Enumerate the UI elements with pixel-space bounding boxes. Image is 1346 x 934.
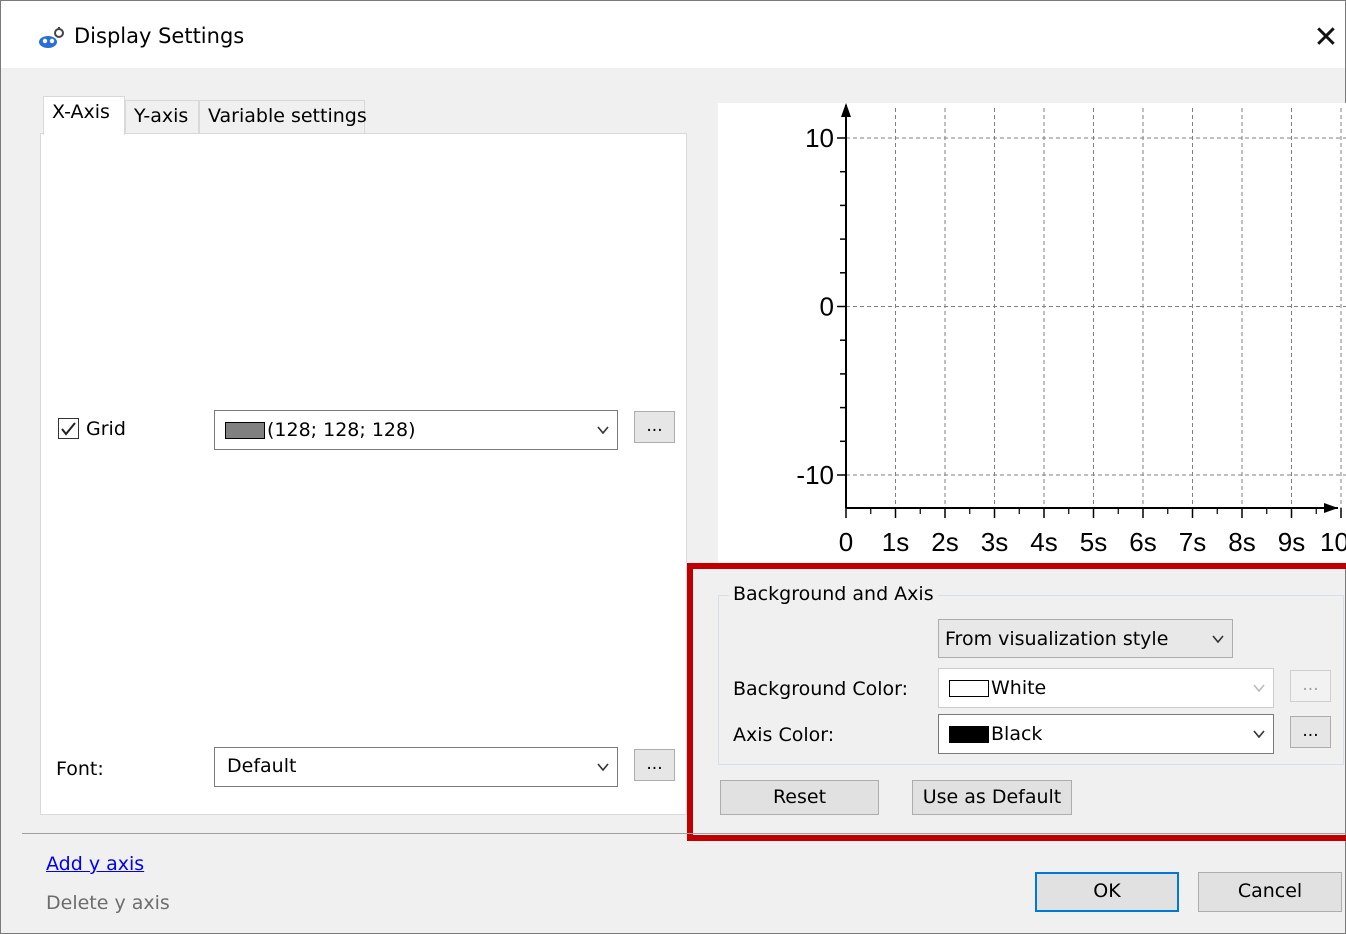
window-title: Display Settings [74, 24, 245, 48]
display-settings-icon [39, 27, 64, 48]
font-dropdown[interactable]: Default [214, 747, 618, 787]
grid-color-more-button[interactable]: ... [634, 411, 675, 443]
tab-x-axis[interactable]: X-Axis [43, 96, 125, 135]
chevron-down-icon [597, 426, 609, 435]
grid-color-swatch [225, 422, 265, 439]
chevron-down-icon [597, 763, 609, 772]
x-tick-label: 3s [981, 527, 1008, 557]
axis-color-more-button[interactable]: ... [1290, 716, 1331, 748]
grid-label: Grid [86, 418, 126, 440]
y-axis-arrow [841, 103, 851, 117]
x-tick-label: 2s [931, 527, 958, 557]
style-source-dropdown[interactable]: From visualization style [938, 619, 1233, 658]
y-tick-label: 10 [805, 123, 834, 153]
x-tick-label: 9s [1278, 527, 1305, 557]
y-tick-label: 0 [820, 292, 834, 322]
font-value: Default [227, 755, 297, 777]
background-color-dropdown[interactable]: White [938, 668, 1274, 708]
chart-svg: 10 0 -10 0 1s 2s 3s 4s 5s 6s 7s 8s 9s 10s [796, 103, 1346, 557]
chevron-down-icon [1253, 730, 1265, 739]
axis-color-label: Axis Color: [733, 724, 835, 746]
x-tick-label: 5s [1080, 527, 1107, 557]
y-tick-label: -10 [796, 460, 834, 490]
x-tick-label: 7s [1179, 527, 1206, 557]
x-axis-arrow [1324, 503, 1338, 513]
chart-preview: 10 0 -10 0 1s 2s 3s 4s 5s 6s 7s 8s 9s 10s [718, 103, 1346, 565]
cancel-button[interactable]: Cancel [1198, 872, 1342, 912]
close-button[interactable]: ✕ [1306, 20, 1346, 60]
background-color-more-button[interactable]: ... [1290, 670, 1331, 702]
use-as-default-button[interactable]: Use as Default [912, 780, 1072, 815]
axis-color-swatch [949, 726, 989, 743]
x-tick-label: 4s [1030, 527, 1057, 557]
chevron-down-icon [1253, 684, 1265, 693]
style-source-value: From visualization style [945, 628, 1169, 650]
reset-button[interactable]: Reset [720, 780, 879, 815]
background-color-label: Background Color: [733, 678, 909, 700]
axis-color-dropdown[interactable]: Black [938, 714, 1274, 754]
grid-color-dropdown[interactable]: (128; 128; 128) [214, 410, 618, 450]
x-axis-tab-panel [40, 133, 687, 815]
x-tick-label: 8s [1228, 527, 1255, 557]
ok-button[interactable]: OK [1035, 872, 1179, 912]
checkmark-icon [61, 422, 76, 436]
grid-checkbox[interactable] [58, 418, 79, 439]
tab-variable-settings[interactable]: Variable settings [199, 100, 367, 135]
x-tick-label: 10s [1320, 527, 1346, 557]
axis-color-value: Black [991, 723, 1043, 745]
font-label: Font: [56, 758, 104, 780]
x-tick-label: 0 [839, 527, 853, 557]
background-color-swatch [949, 680, 989, 697]
x-tick-label: 1s [882, 527, 909, 557]
delete-y-axis-link[interactable]: Delete y axis [46, 892, 170, 914]
background-color-value: White [991, 677, 1047, 699]
chevron-down-icon [1212, 634, 1224, 643]
x-tick-label: 6s [1129, 527, 1156, 557]
tab-y-axis[interactable]: Y-axis [125, 100, 199, 135]
add-y-axis-link[interactable]: Add y axis [46, 853, 144, 875]
grid-color-value: (128; 128; 128) [267, 419, 416, 441]
footer-divider [22, 833, 1346, 834]
font-more-button[interactable]: ... [634, 749, 675, 781]
background-axis-group-title: Background and Axis [729, 583, 938, 605]
